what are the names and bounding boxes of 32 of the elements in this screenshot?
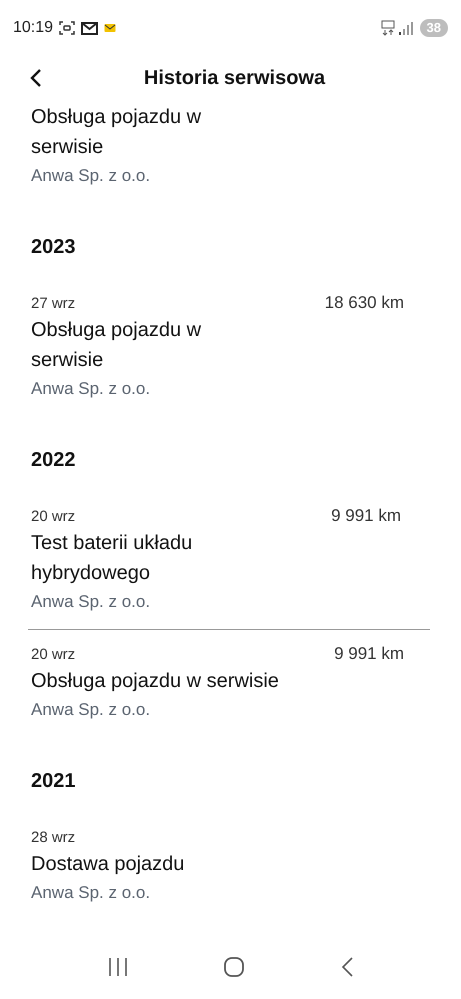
service-company: Anwa Sp. z o.o. <box>31 699 152 721</box>
service-title: Obsługa pojazdu w serwisie <box>31 105 202 160</box>
service-date: 20 wrz <box>31 506 76 526</box>
mileage: 18 630 km <box>324 292 404 314</box>
screenshot-icon <box>59 21 76 35</box>
service-company: Anwa Sp. z o.o. <box>31 882 152 904</box>
page-title: Historia serwisowa <box>144 66 326 91</box>
year-heading: 2022 <box>31 448 76 473</box>
service-title: Obsługa pojazdu w serwisie <box>31 669 280 694</box>
mileage: 9 991 km <box>334 642 404 664</box>
recent-apps-icon <box>107 957 130 977</box>
service-company: Anwa Sp. z o.o. <box>31 591 152 613</box>
service-date: 27 wrz <box>31 294 76 314</box>
service-title: Test baterii układu hybrydowego <box>31 531 194 586</box>
year-heading: 2021 <box>31 769 76 794</box>
service-title: Obsługa pojazdu w serwisie <box>31 318 202 373</box>
mileage: 9 991 km <box>331 504 401 526</box>
back-icon <box>30 68 42 88</box>
back-icon <box>340 956 354 978</box>
service-title: Dostawa pojazdu <box>31 852 186 877</box>
service-date: 20 wrz <box>31 644 76 664</box>
mail-icon <box>81 22 98 34</box>
home-icon <box>223 956 246 978</box>
battery-indicator: 38 <box>420 19 448 37</box>
year-heading: 2023 <box>31 235 76 260</box>
service-company: Anwa Sp. z o.o. <box>31 165 152 187</box>
signal-icon <box>398 21 413 35</box>
network-icon <box>380 20 395 36</box>
service-date: 28 wrz <box>31 828 76 848</box>
status-time: 10:19 <box>13 18 54 38</box>
envelope-icon <box>104 23 116 33</box>
service-company: Anwa Sp. z o.o. <box>31 378 152 400</box>
